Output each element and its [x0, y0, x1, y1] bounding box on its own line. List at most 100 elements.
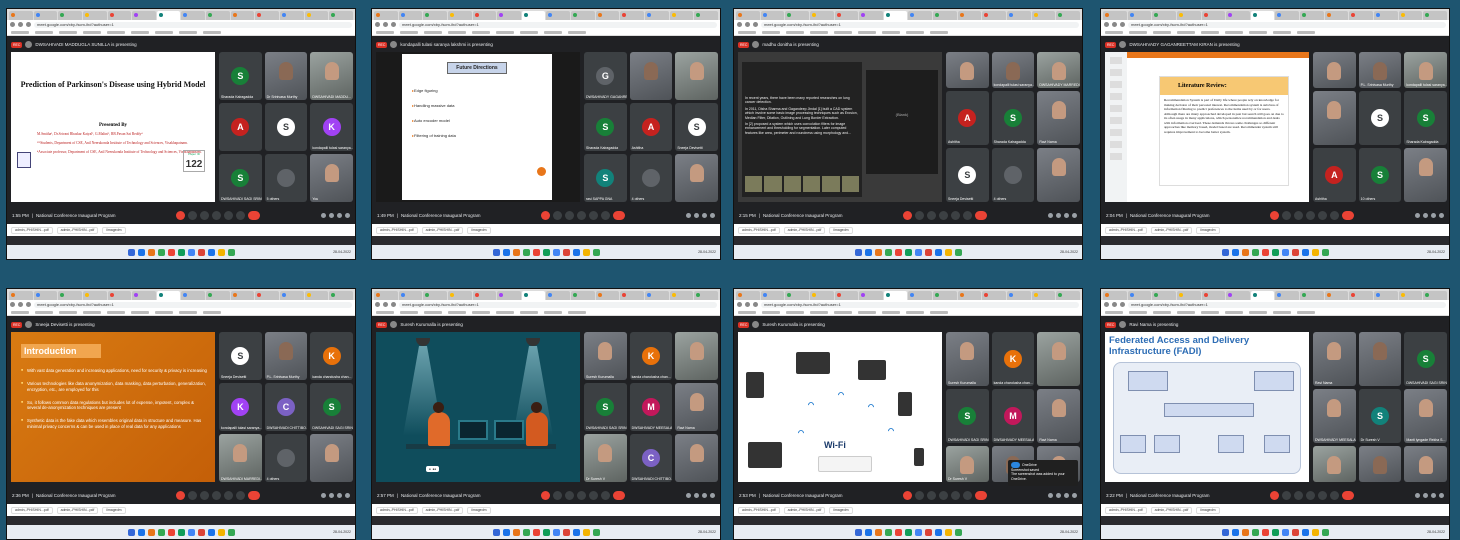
browser-tab[interactable]: [694, 291, 718, 300]
download-item[interactable]: admin,-PHISHIN...pdf: [376, 506, 418, 514]
download-item[interactable]: admin,-PHISHIN...pdf: [738, 226, 780, 234]
download-item[interactable]: iimagedm: [829, 506, 853, 514]
taskbar-app-icon[interactable]: [197, 248, 205, 256]
download-item[interactable]: iimagedm: [102, 226, 126, 234]
taskbar-app-icon[interactable]: [552, 528, 560, 536]
browser-tab[interactable]: [933, 291, 957, 300]
participant-tile[interactable]: [675, 154, 718, 202]
browser-tab[interactable]: [33, 291, 58, 300]
chat-icon[interactable]: [1430, 492, 1436, 498]
people-icon[interactable]: [693, 492, 699, 498]
download-item[interactable]: admin,-PHISHIN...pdf: [11, 506, 53, 514]
taskbar-app-icon[interactable]: [874, 528, 882, 536]
forward-icon[interactable]: [745, 302, 750, 307]
browser-tab[interactable]: [785, 291, 809, 300]
forward-icon[interactable]: [383, 302, 388, 307]
raise-hand-icon[interactable]: [212, 210, 222, 220]
url-input[interactable]: meet.google.com/xby-fscm-ihd?authuser=1: [399, 21, 717, 28]
taskbar-app-icon[interactable]: [1231, 248, 1239, 256]
browser-tab[interactable]: [1374, 11, 1398, 20]
taskbar-app-icon[interactable]: [562, 528, 570, 536]
reload-icon[interactable]: [753, 302, 758, 307]
browser-tab[interactable]: [982, 11, 1007, 20]
taskbar-app-icon[interactable]: [492, 248, 500, 256]
taskbar-app-icon[interactable]: [227, 528, 235, 536]
browser-tab[interactable]: [883, 291, 908, 300]
browser-tab[interactable]: [1201, 291, 1226, 300]
browser-tab[interactable]: [1176, 291, 1201, 300]
more-options-icon[interactable]: [963, 210, 973, 220]
browser-tab[interactable]: [1398, 291, 1423, 300]
camera-icon[interactable]: [915, 490, 925, 500]
browser-tab[interactable]: [645, 291, 669, 300]
participant-tile[interactable]: [1313, 446, 1356, 482]
participant-tile[interactable]: Ravi Nama: [1037, 91, 1080, 145]
camera-icon[interactable]: [188, 210, 198, 220]
participant-tile[interactable]: A Ashitha: [629, 103, 673, 151]
participant-tile[interactable]: S Sharada Kalragadda: [1404, 91, 1447, 145]
chat-icon[interactable]: [1063, 492, 1069, 498]
taskbar-app-icon[interactable]: [532, 528, 540, 536]
info-icon[interactable]: [685, 212, 691, 218]
participant-tile[interactable]: S DWSAHIVADI SAGI SRIN...: [1404, 332, 1447, 386]
browser-tab[interactable]: [58, 291, 82, 300]
taskbar-app-icon[interactable]: [1311, 528, 1319, 536]
taskbar-app-icon[interactable]: [572, 528, 580, 536]
captions-icon[interactable]: [1294, 210, 1304, 220]
participant-tile[interactable]: S DWSAHIVADI SAGI SRINI...: [219, 154, 262, 202]
participant-tile[interactable]: S Sharada Kalragadda: [584, 103, 627, 151]
participant-tile[interactable]: S: [264, 103, 308, 151]
participant-tile[interactable]: G DWSAHIVADY GAGANREE...: [584, 52, 627, 100]
taskbar-app-icon[interactable]: [1301, 248, 1309, 256]
participant-tile[interactable]: S Sharada Kalragadda: [219, 52, 262, 100]
taskbar-app-icon[interactable]: [1291, 248, 1299, 256]
taskbar-app-icon[interactable]: [1301, 528, 1309, 536]
download-item[interactable]: iimagedm: [1196, 226, 1220, 234]
taskbar-app-icon[interactable]: [187, 528, 195, 536]
participant-tile[interactable]: S Sneeja Devisetti: [946, 148, 989, 202]
browser-tab[interactable]: [1250, 291, 1275, 300]
activities-icon[interactable]: [1071, 492, 1077, 498]
browser-tab[interactable]: [859, 291, 883, 300]
participant-tile[interactable]: Ravi Nama: [1313, 332, 1356, 386]
taskbar-app-icon[interactable]: [864, 528, 872, 536]
browser-tab[interactable]: [760, 11, 785, 20]
browser-tab[interactable]: [280, 11, 304, 20]
participant-tile[interactable]: Ravi Nama: [675, 383, 718, 431]
microphone-off-icon[interactable]: [1270, 490, 1280, 500]
participant-tile[interactable]: kondapalli tulasi saranya...: [991, 52, 1035, 88]
browser-tab[interactable]: [933, 11, 957, 20]
browser-tab[interactable]: [1275, 291, 1300, 300]
participant-tile[interactable]: Kkanda chandusha chan...: [310, 332, 353, 380]
participant-tile[interactable]: [1404, 148, 1447, 202]
participant-tile[interactable]: Kkanda chandusha chan...: [991, 332, 1035, 386]
taskbar-app-icon[interactable]: [542, 528, 550, 536]
browser-tab[interactable]: [785, 11, 809, 20]
chat-icon[interactable]: [336, 212, 342, 218]
taskbar-app-icon[interactable]: [854, 248, 862, 256]
download-item[interactable]: admin,-PHISHIN...pdf: [421, 226, 464, 234]
taskbar-app-icon[interactable]: [522, 248, 530, 256]
forward-icon[interactable]: [1112, 302, 1117, 307]
browser-tab[interactable]: [620, 291, 645, 300]
taskbar-app-icon[interactable]: [894, 528, 902, 536]
taskbar-app-icon[interactable]: [127, 248, 135, 256]
taskbar-app-icon[interactable]: [924, 528, 932, 536]
participant-tile[interactable]: [675, 332, 718, 380]
taskbar-app-icon[interactable]: [864, 248, 872, 256]
forward-icon[interactable]: [1112, 22, 1117, 27]
browser-tab[interactable]: [1103, 11, 1127, 20]
people-icon[interactable]: [1055, 212, 1061, 218]
people-icon[interactable]: [693, 212, 699, 218]
browser-tab[interactable]: [1250, 11, 1275, 20]
slide-thumbnail[interactable]: [841, 176, 859, 192]
url-input[interactable]: meet.google.com/xby-fscm-ihd?authuser=1: [34, 21, 352, 28]
taskbar-app-icon[interactable]: [147, 528, 155, 536]
taskbar-app-icon[interactable]: [227, 248, 235, 256]
browser-tab[interactable]: [859, 11, 883, 20]
participant-tile[interactable]: [1404, 446, 1447, 482]
browser-tab[interactable]: [447, 291, 472, 300]
microphone-off-icon[interactable]: [176, 210, 186, 220]
activities-icon[interactable]: [709, 492, 715, 498]
download-item[interactable]: admin,-PHISHIN...pdf: [738, 506, 780, 514]
